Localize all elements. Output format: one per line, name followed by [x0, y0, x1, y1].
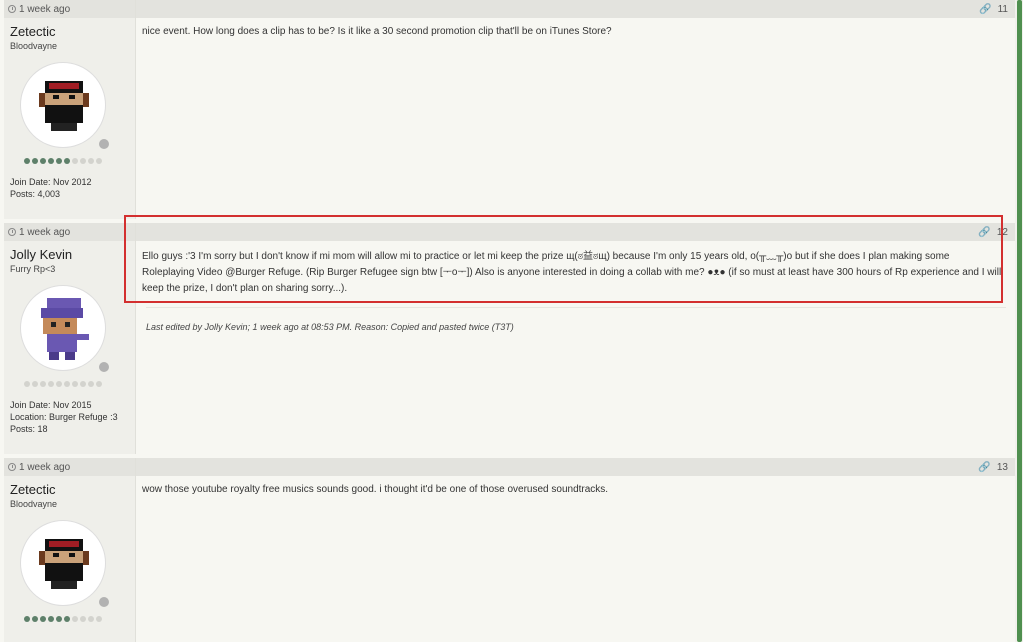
clock-icon [8, 5, 16, 13]
post-content: 🔗 12 Ello guys :'3 I'm sorry but I don't… [136, 223, 1016, 332]
clock-icon [8, 463, 16, 471]
join-date: Join Date: Nov 2012 [10, 177, 92, 187]
post-date-bar: 1 week ago [4, 458, 135, 476]
rank-dots [24, 381, 135, 387]
rank-dot [40, 158, 46, 164]
scrollbar-thumb[interactable] [1017, 0, 1022, 642]
rank-dot [96, 381, 102, 387]
post-time: 1 week ago [19, 3, 71, 15]
ninja-avatar-icon [39, 81, 89, 131]
rank-dot [80, 158, 86, 164]
post-date-bar: 1 week ago [4, 223, 135, 241]
post-author-panel: 1 week ago Zetectic Bloodvayne [4, 0, 136, 219]
rank-dot [40, 616, 46, 622]
username-link[interactable]: Zetectic [10, 482, 135, 497]
rank-dot [80, 381, 86, 387]
offline-status-icon [97, 137, 111, 151]
post-header: 🔗 11 [136, 0, 1016, 18]
rank-dot [56, 158, 62, 164]
user-title: Bloodvayne [10, 41, 58, 51]
rank-dot [24, 616, 30, 622]
location: Location: Burger Refuge :3 [10, 412, 118, 422]
post-12: 1 week ago Jolly Kevin Furry Rp<3 Join D… [4, 223, 1016, 454]
post-author-panel: 1 week ago Zetectic Bloodvayne [4, 458, 136, 642]
avatar[interactable] [20, 285, 111, 374]
clock-icon [8, 228, 16, 236]
rank-dot [64, 381, 70, 387]
rank-dot [32, 381, 38, 387]
join-date: Join Date: Nov 2015 [10, 400, 92, 410]
post-time: 1 week ago [19, 226, 71, 238]
rank-dot [24, 158, 30, 164]
rank-dot [64, 158, 70, 164]
post-count: Posts: 4,003 [10, 189, 61, 199]
post-number[interactable]: 12 [997, 227, 1008, 238]
user-title: Furry Rp<3 [10, 264, 56, 274]
rank-dot [80, 616, 86, 622]
divider [146, 307, 1006, 308]
offline-status-icon [97, 360, 111, 374]
rank-dot [72, 381, 78, 387]
rank-dot [56, 381, 62, 387]
post-11: 1 week ago Zetectic Bloodvayne Join Date… [4, 0, 1016, 219]
post-author-panel: 1 week ago Jolly Kevin Furry Rp<3 Join D… [4, 223, 136, 454]
avatar[interactable] [20, 520, 111, 609]
rank-dot [24, 381, 30, 387]
post-content: 🔗 11 nice event. How long does a clip ha… [136, 0, 1016, 40]
rank-dot [72, 616, 78, 622]
rank-dot [96, 158, 102, 164]
rank-dot [72, 158, 78, 164]
rank-dot [96, 616, 102, 622]
rank-dot [32, 158, 38, 164]
link-icon[interactable]: 🔗 [978, 227, 990, 238]
post-content: 🔗 13 wow those youtube royalty free musi… [136, 458, 1016, 498]
rank-dots [24, 158, 135, 164]
avatar[interactable] [20, 62, 111, 151]
ninja-avatar-icon [39, 539, 89, 589]
rank-dot [48, 158, 54, 164]
post-header: 🔗 13 [136, 458, 1016, 476]
monkey-avatar-icon [41, 298, 89, 360]
rank-dot [32, 616, 38, 622]
post-date-bar: 1 week ago [4, 0, 135, 18]
rank-dot [48, 616, 54, 622]
post-message: Ello guys :'3 I'm sorry but I don't know… [142, 251, 1002, 294]
link-icon[interactable]: 🔗 [978, 462, 990, 473]
offline-status-icon [97, 595, 111, 609]
rank-dot [56, 616, 62, 622]
rank-dot [48, 381, 54, 387]
post-number[interactable]: 13 [997, 462, 1008, 473]
post-number[interactable]: 11 [998, 4, 1008, 15]
post-message: nice event. How long does a clip has to … [142, 26, 612, 37]
post-message: wow those youtube royalty free musics so… [142, 484, 609, 495]
scrollbar-track[interactable] [1015, 0, 1023, 642]
rank-dot [64, 616, 70, 622]
username-link[interactable]: Jolly Kevin [10, 247, 135, 262]
username-link[interactable]: Zetectic [10, 24, 135, 39]
rank-dot [88, 616, 94, 622]
post-header: 🔗 12 [136, 223, 1016, 241]
rank-dot [40, 381, 46, 387]
user-title: Bloodvayne [10, 499, 58, 509]
rank-dot [88, 381, 94, 387]
rank-dots [24, 616, 135, 622]
rank-dot [88, 158, 94, 164]
post-count: Posts: 18 [10, 424, 48, 434]
post-13: 1 week ago Zetectic Bloodvayne 🔗 13 wow … [4, 458, 1016, 642]
edit-note: Last edited by Jolly Kevin; 1 week ago a… [146, 322, 514, 332]
post-time: 1 week ago [19, 461, 71, 473]
link-icon[interactable]: 🔗 [979, 4, 991, 15]
